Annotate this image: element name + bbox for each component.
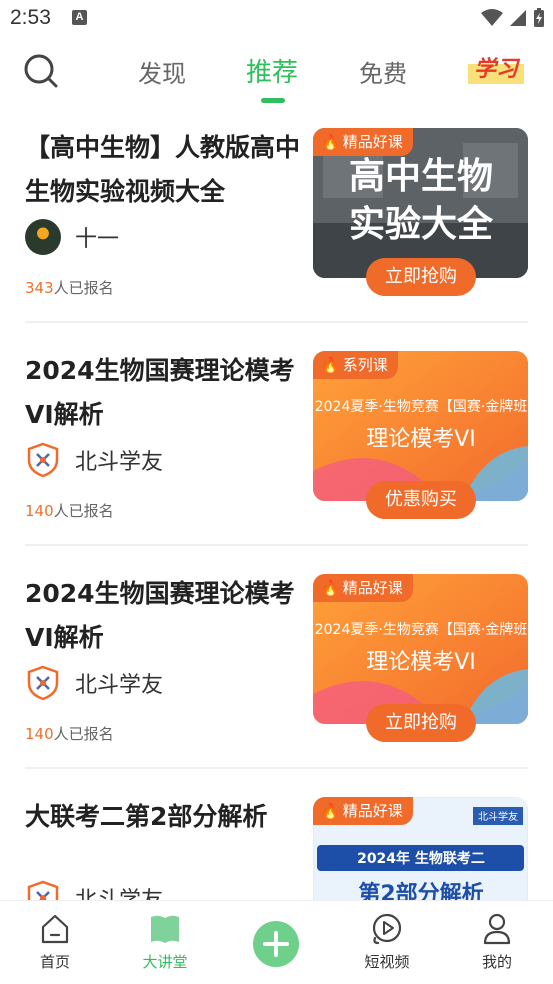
enroll-count: 343人已报名 [25, 277, 114, 298]
svg-text:实验大全: 实验大全 [349, 203, 494, 245]
svg-text:2024夏季·生物竞赛【国赛·金牌班: 2024夏季·生物竞赛【国赛·金牌班 [315, 398, 528, 415]
tab-indicator [261, 98, 285, 103]
nav-profile[interactable]: 我的 [457, 911, 537, 972]
course-tag: 🔥 精品好课 [313, 574, 413, 602]
enroll-count: 140人已报名 [25, 723, 114, 744]
svg-text:2024年 生物联考二: 2024年 生物联考二 [357, 850, 485, 867]
play-circle-icon [372, 913, 402, 945]
divider [25, 767, 528, 769]
course-thumbnail[interactable]: 2024夏季·生物竞赛【国赛·金牌班 理论模考VI 🔥 系列课 [313, 351, 528, 501]
course-thumbnail[interactable]: 2024夏季·生物竞赛【国赛·金牌班 理论模考VI 🔥 精品好课 [313, 574, 528, 724]
course-title[interactable]: 2024生物国赛理论模考VI解析 [25, 572, 300, 660]
enroll-suffix: 人已报名 [53, 725, 114, 743]
fire-icon: 🔥 [321, 133, 340, 151]
nav-home[interactable]: 首页 [15, 911, 95, 972]
fire-icon: 🔥 [321, 579, 340, 597]
tab-discover[interactable]: 发现 [138, 54, 186, 89]
author-name: 十一 [75, 227, 120, 252]
beidou-logo-icon [27, 665, 59, 701]
nav-home-label: 首页 [39, 953, 70, 971]
book-icon [151, 915, 179, 943]
tag-label: 系列课 [342, 356, 388, 374]
top-nav: 发现 推荐 免费 学习 [0, 40, 553, 106]
svg-text:2024夏季·生物竞赛【国赛·金牌班: 2024夏季·生物竞赛【国赛·金牌班 [315, 621, 528, 638]
course-card[interactable]: 2024生物国赛理论模考VI解析 北斗学友 140人已报名 2024夏季·生物竞… [0, 564, 553, 786]
tag-label: 精品好课 [342, 579, 403, 597]
enroll-suffix: 人已报名 [53, 279, 114, 297]
course-author[interactable]: 十一 [25, 219, 119, 255]
battery-icon [534, 8, 544, 27]
add-button[interactable] [253, 921, 299, 967]
enroll-number: 343 [25, 279, 54, 297]
author-name: 北斗学友 [75, 882, 163, 900]
course-author[interactable]: 北斗学友 [25, 880, 163, 900]
svg-text:学习: 学习 [474, 56, 521, 82]
tab-free[interactable]: 免费 [359, 54, 407, 89]
course-title[interactable]: 2024生物国赛理论模考VI解析 [25, 349, 300, 437]
course-card[interactable]: 【高中生物】人教版高中生物实验视频大全 十一 343人已报名 高中生物 实验大全… [0, 118, 553, 340]
svg-text:第2部分解析: 第2部分解析 [358, 881, 483, 900]
enroll-number: 140 [25, 502, 54, 520]
enroll-number: 140 [25, 725, 54, 743]
course-thumbnail[interactable]: 高中生物 实验大全 🔥 精品好课 [313, 128, 528, 278]
user-icon [483, 913, 511, 945]
tab-recommend[interactable]: 推荐 [246, 52, 298, 89]
course-author[interactable]: 北斗学友 [25, 665, 163, 701]
tag-label: 精品好课 [342, 133, 403, 151]
enroll-suffix: 人已报名 [53, 502, 114, 520]
status-bar: 2:53 A [0, 0, 553, 38]
tag-label: 精品好课 [342, 802, 403, 820]
search-icon[interactable] [22, 52, 60, 90]
course-card[interactable]: 大联考二第2部分解析 北斗学友 北斗学友 2024年 生物联考二 第2部分解析 … [0, 787, 553, 900]
course-title[interactable]: 【高中生物】人教版高中生物实验视频大全 [25, 126, 300, 214]
nav-short-video-label: 短视频 [364, 953, 410, 971]
nav-lecture-hall-label: 大讲堂 [142, 953, 188, 971]
divider [25, 321, 528, 323]
nav-short-video[interactable]: 短视频 [347, 911, 427, 972]
discount-buy-button[interactable]: 优惠购买 [366, 481, 476, 519]
wifi-icon [481, 9, 503, 26]
fire-icon: 🔥 [321, 356, 340, 374]
course-feed[interactable]: 【高中生物】人教版高中生物实验视频大全 十一 343人已报名 高中生物 实验大全… [0, 118, 553, 900]
svg-text:北斗学友: 北斗学友 [478, 810, 518, 823]
notification-a-icon: A [72, 10, 87, 25]
avatar [25, 219, 61, 255]
course-title[interactable]: 大联考二第2部分解析 [25, 795, 300, 839]
study-badge[interactable]: 学习 [466, 52, 526, 86]
fire-icon: 🔥 [321, 802, 340, 820]
course-tag: 🔥 系列课 [313, 351, 398, 379]
buy-button[interactable]: 立即抢购 [366, 258, 476, 296]
svg-text:理论模考VI: 理论模考VI [366, 650, 476, 675]
svg-text:理论模考VI: 理论模考VI [366, 427, 476, 452]
beidou-logo-icon [27, 880, 59, 900]
signal-icon [510, 10, 526, 26]
course-tag: 🔥 精品好课 [313, 797, 413, 825]
plus-icon [263, 931, 289, 957]
status-time: 2:53 [10, 6, 51, 29]
svg-text:高中生物: 高中生物 [349, 156, 493, 197]
author-name: 北斗学友 [75, 450, 164, 475]
home-icon [41, 914, 69, 944]
nav-profile-label: 我的 [481, 953, 512, 971]
divider [25, 544, 528, 546]
bottom-nav: 首页 大讲堂 短视频 我的 [0, 900, 553, 984]
nav-lecture-hall[interactable]: 大讲堂 [125, 911, 205, 972]
course-thumbnail[interactable]: 北斗学友 2024年 生物联考二 第2部分解析 🔥 精品好课 [313, 797, 528, 900]
author-name: 北斗学友 [75, 673, 164, 698]
buy-button[interactable]: 立即抢购 [366, 704, 476, 742]
course-card[interactable]: 2024生物国赛理论模考VI解析 北斗学友 140人已报名 2024夏季·生物竞… [0, 341, 553, 563]
enroll-count: 140人已报名 [25, 500, 114, 521]
course-tag: 🔥 精品好课 [313, 128, 413, 156]
status-icons [481, 8, 545, 28]
beidou-logo-icon [27, 442, 59, 478]
course-author[interactable]: 北斗学友 [25, 442, 163, 478]
